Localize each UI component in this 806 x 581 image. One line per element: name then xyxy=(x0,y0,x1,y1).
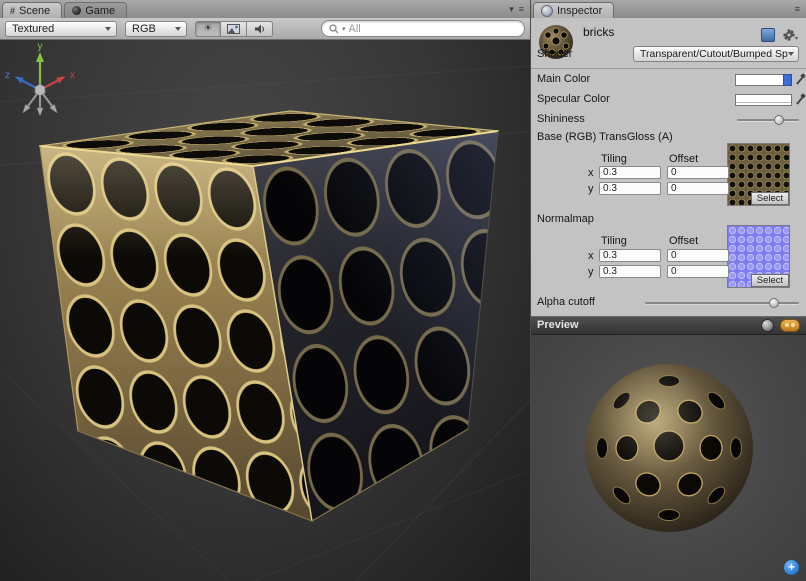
scene-tabbar: # Scene Game ▾ ≡ xyxy=(0,0,530,18)
help-book-icon[interactable] xyxy=(761,28,775,42)
shininess-label: Shininess xyxy=(537,113,585,125)
tab-label: Scene xyxy=(19,5,50,17)
offset-label: Offset xyxy=(669,235,698,247)
eyedropper-icon[interactable] xyxy=(795,93,806,106)
axis-x-label: x xyxy=(588,250,594,262)
base-tiling-y-input[interactable] xyxy=(599,182,661,195)
main-color-focus-chip xyxy=(783,74,792,86)
material-properties: Main Color Specular Color Shininess Bas xyxy=(531,69,806,316)
scene-search-field[interactable]: ▾ xyxy=(321,20,525,37)
base-offset-y-input[interactable] xyxy=(667,182,729,195)
sun-icon: ☀ xyxy=(204,23,213,34)
normal-offset-y-input[interactable] xyxy=(667,265,729,278)
render-mode-value: RGB xyxy=(132,23,156,35)
base-tiling-x-input[interactable] xyxy=(599,166,661,179)
eyedropper-icon[interactable] xyxy=(795,73,806,86)
lighting-toggle[interactable]: ☀ xyxy=(195,21,221,37)
axis-y-label: y xyxy=(588,183,594,195)
preview-sphere-toggle[interactable] xyxy=(761,319,774,332)
tiling-label: Tiling xyxy=(601,153,627,165)
gear-icon[interactable] xyxy=(783,29,798,41)
alpha-strip xyxy=(736,102,791,105)
unity-editor-window: # Scene Game ▾ ≡ Textured RGB xyxy=(0,0,806,581)
offset-label: Offset xyxy=(669,153,698,165)
skybox-toggle[interactable] xyxy=(221,21,247,37)
tab-inspector[interactable]: Inspector xyxy=(533,2,614,18)
preview-sphere[interactable] xyxy=(574,353,764,543)
scene-grid-icon: # xyxy=(10,6,15,16)
audio-toggle[interactable] xyxy=(247,21,273,37)
normalmap-label: Normalmap xyxy=(537,213,594,225)
tiling-label: Tiling xyxy=(601,235,627,247)
bricks-cube-object[interactable] xyxy=(40,111,498,521)
shader-dropdown[interactable]: Transparent/Cutout/Bumped Spe xyxy=(633,46,799,62)
panel-menu-icon[interactable]: ≡ xyxy=(795,4,800,14)
svg-text:z: z xyxy=(5,70,10,81)
tab-scene[interactable]: # Scene xyxy=(2,2,62,18)
inspector-tabbar: Inspector ≡ xyxy=(531,0,806,18)
base-texture-thumbnail[interactable]: Select xyxy=(727,143,790,206)
search-filter-caret-icon[interactable]: ▾ xyxy=(342,25,346,33)
draw-mode-value: Textured xyxy=(12,23,54,35)
game-icon xyxy=(72,6,81,15)
normal-offset-x-input[interactable] xyxy=(667,249,729,262)
scene-panel: # Scene Game ▾ ≡ Textured RGB xyxy=(0,0,530,581)
shininess-slider[interactable] xyxy=(737,115,799,125)
tab-label: Inspector xyxy=(557,5,602,17)
material-header: bricks Shader Transparent/Cutout/Bumped … xyxy=(531,18,806,69)
search-input[interactable] xyxy=(349,23,517,35)
axis-x-label: x xyxy=(588,167,594,179)
base-offset-x-input[interactable] xyxy=(667,166,729,179)
scene-viewport[interactable]: y x z xyxy=(0,40,530,581)
chevron-down-icon xyxy=(788,52,794,56)
scene-toolbar: Textured RGB ☀ xyxy=(0,18,530,40)
base-map-label: Base (RGB) TransGloss (A) xyxy=(537,131,673,143)
alpha-cutoff-slider[interactable] xyxy=(645,298,799,308)
speaker-icon xyxy=(254,24,266,34)
slider-track[interactable] xyxy=(737,119,799,121)
preview-light-toggle[interactable] xyxy=(780,319,800,332)
normalmap-thumbnail[interactable]: Select xyxy=(727,225,790,288)
gizmo-y-axis[interactable]: y xyxy=(36,41,44,90)
chevron-down-icon xyxy=(105,27,111,31)
search-icon xyxy=(329,24,339,34)
image-icon xyxy=(227,24,240,34)
specular-color-swatch[interactable] xyxy=(735,94,792,106)
specular-color-label: Specular Color xyxy=(537,93,610,105)
inspector-panel: Inspector ≡ xyxy=(530,0,806,581)
slider-thumb[interactable] xyxy=(769,298,779,308)
alpha-cutoff-label: Alpha cutoff xyxy=(537,296,595,308)
preview-title: Preview xyxy=(537,319,579,331)
slider-thumb[interactable] xyxy=(774,115,784,125)
scene-view-toggles: ☀ xyxy=(195,21,273,37)
draw-mode-dropdown[interactable]: Textured xyxy=(5,21,117,37)
axis-y-label: y xyxy=(588,266,594,278)
add-button[interactable]: + xyxy=(784,560,799,575)
preview-header[interactable]: Preview xyxy=(531,316,806,335)
inspector-icon xyxy=(541,5,553,17)
tab-label: Game xyxy=(85,5,115,17)
normal-tiling-y-input[interactable] xyxy=(599,265,661,278)
base-texture-select-button[interactable]: Select xyxy=(751,192,789,205)
svg-text:x: x xyxy=(70,70,75,81)
material-preview-area[interactable]: + xyxy=(531,335,806,581)
render-mode-dropdown[interactable]: RGB xyxy=(125,21,187,37)
scene-orientation-gizmo[interactable]: y x z xyxy=(0,40,84,124)
panel-dropdown-icon[interactable]: ▾ xyxy=(509,4,514,15)
svg-text:y: y xyxy=(38,41,43,52)
shader-label: Shader xyxy=(537,48,572,60)
normal-tiling-x-input[interactable] xyxy=(599,249,661,262)
shader-value: Transparent/Cutout/Bumped Spe xyxy=(640,48,788,60)
panel-menu-icon[interactable]: ≡ xyxy=(519,4,524,14)
normalmap-select-button[interactable]: Select xyxy=(751,274,789,287)
material-name: bricks xyxy=(583,25,614,39)
tab-game[interactable]: Game xyxy=(64,2,127,18)
main-color-label: Main Color xyxy=(537,73,590,85)
chevron-down-icon xyxy=(175,27,181,31)
gizmo-center-cube[interactable] xyxy=(35,84,45,96)
